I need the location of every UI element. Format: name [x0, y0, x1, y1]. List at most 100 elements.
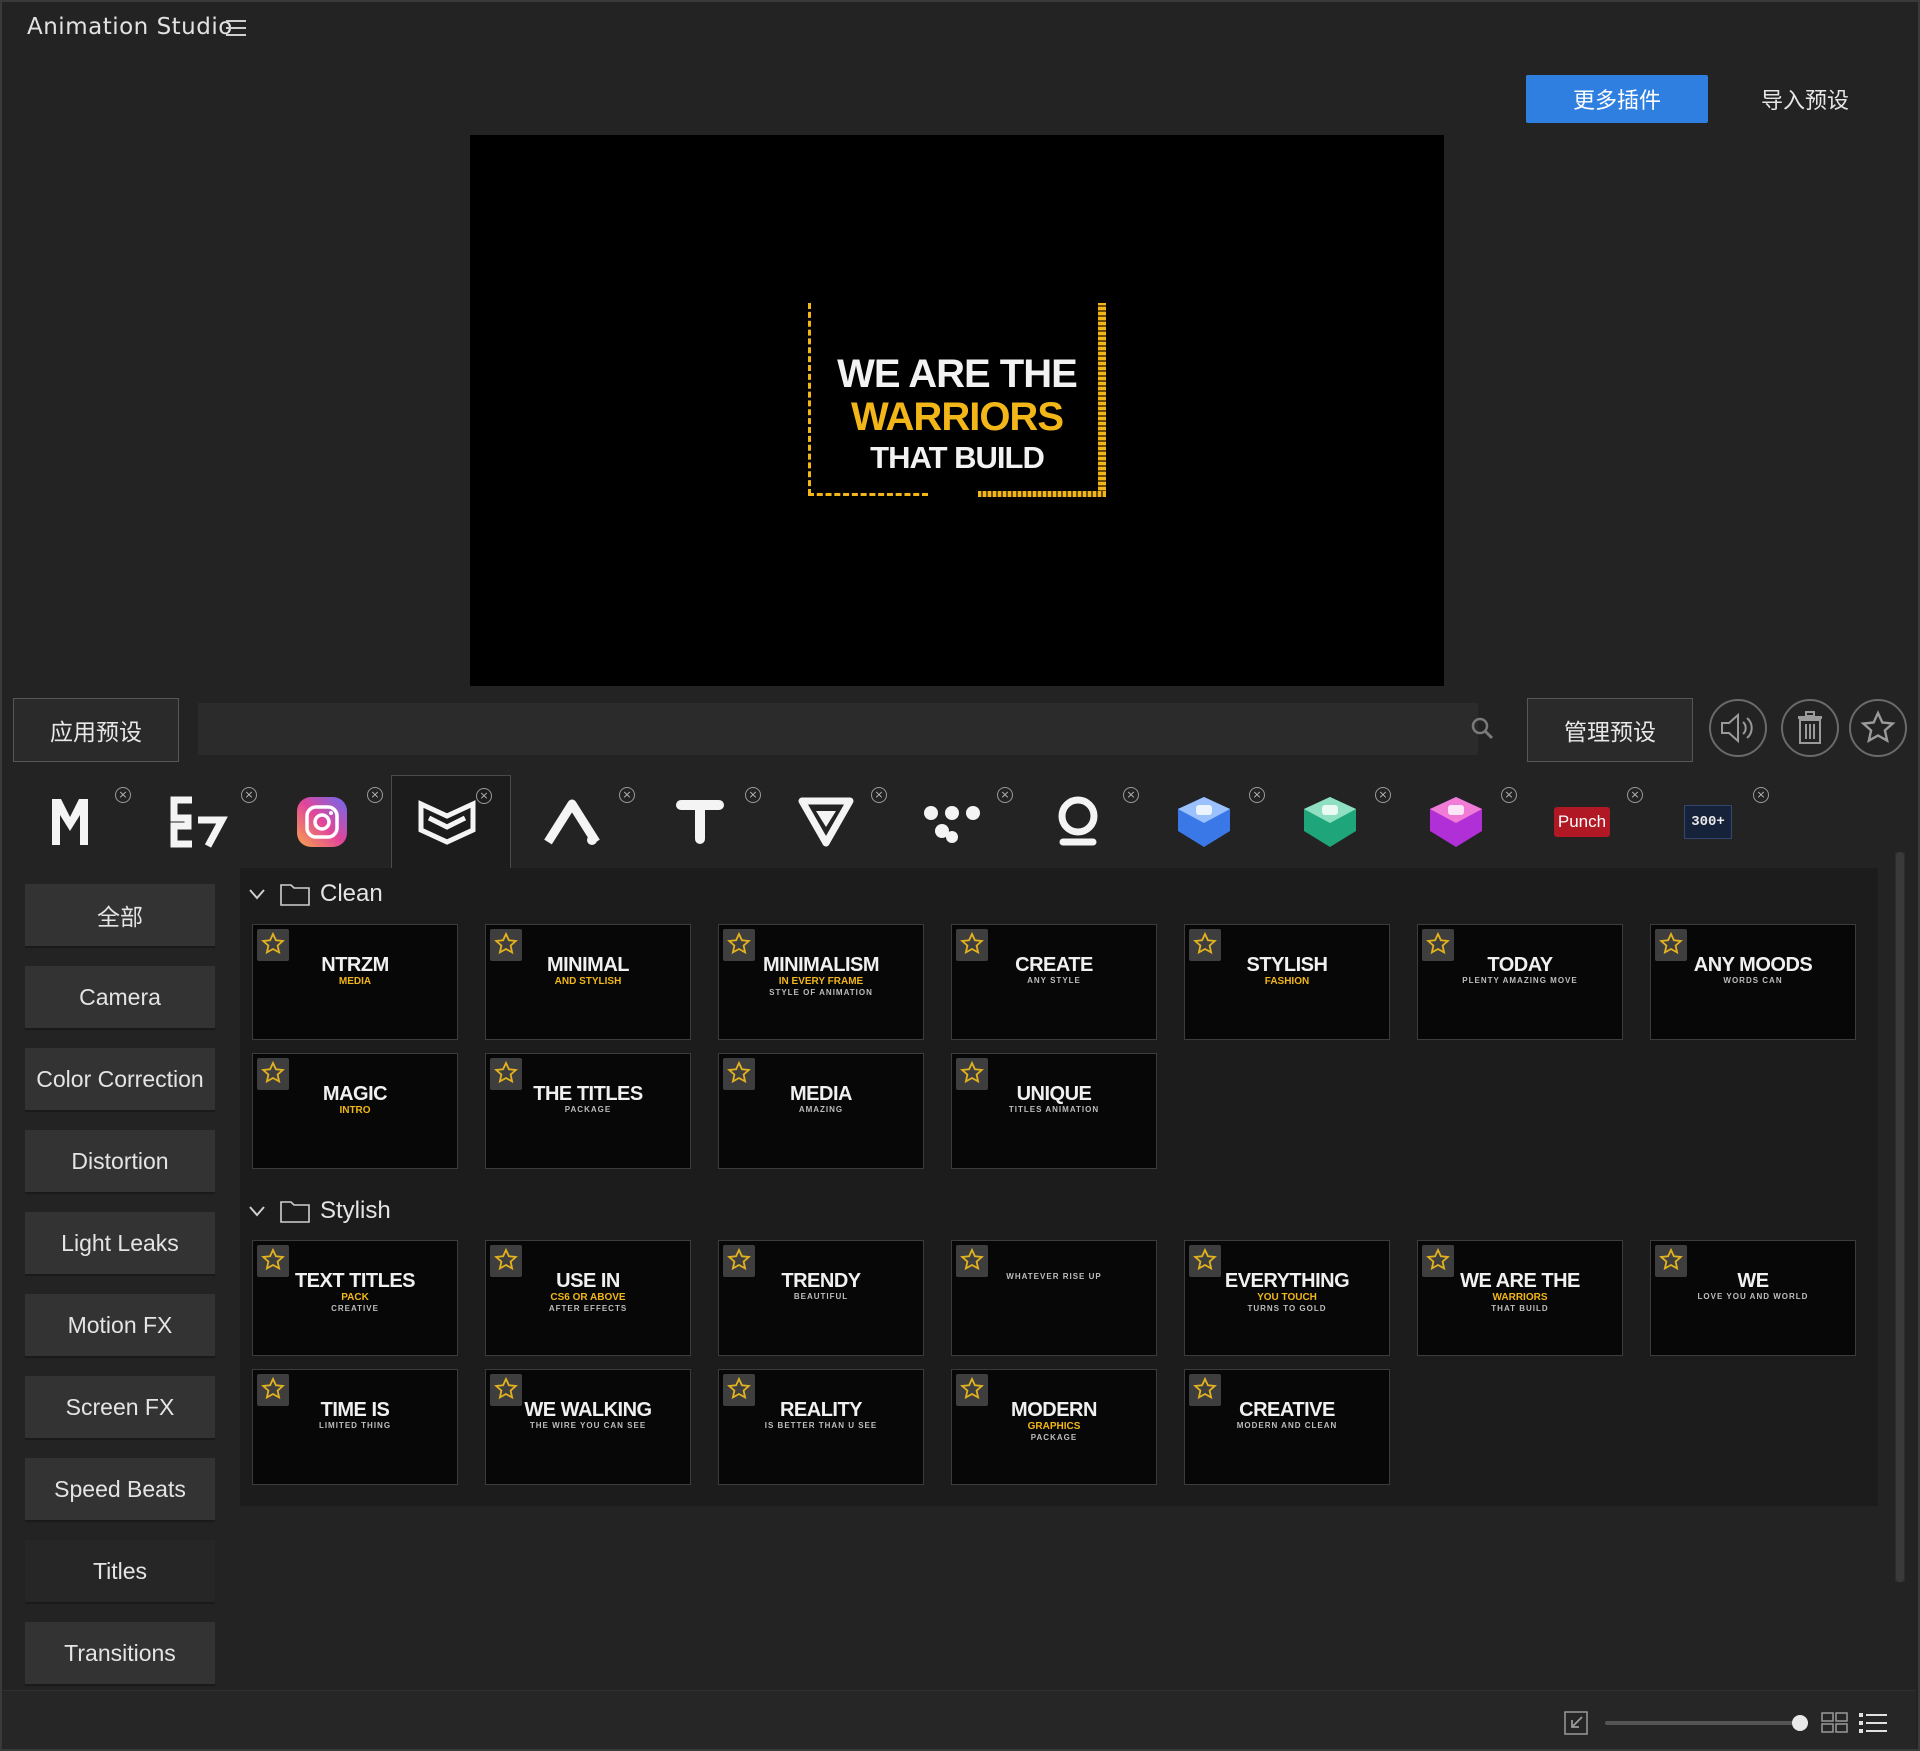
category-all[interactable]: 全部 [25, 884, 215, 946]
category-color-correction[interactable]: Color Correction [25, 1048, 215, 1110]
group-header-stylish[interactable]: Stylish [248, 1193, 391, 1229]
preset-tile[interactable]: MINIMALISM IN EVERY FRAME STYLE OF ANIMATI… [718, 924, 924, 1040]
category-motion-fx[interactable]: Motion FX [25, 1294, 215, 1356]
preset-tile[interactable]: WE ARE THE WARRIORS THAT BUILD [1417, 1240, 1623, 1356]
remove-plugin-icon[interactable]: × [997, 787, 1013, 803]
remove-plugin-icon[interactable]: × [1249, 787, 1265, 803]
folder-icon [280, 884, 310, 906]
hamburger-menu-icon[interactable] [226, 20, 246, 37]
plugin-tab-1[interactable]: × [23, 775, 143, 875]
remove-plugin-icon[interactable]: × [745, 787, 761, 803]
plugin-tab-4[interactable]: × [391, 775, 511, 875]
preset-tile[interactable]: ANY MOODS WORDS CAN [1650, 924, 1856, 1040]
thumb-caption: CREATIVE [331, 1304, 379, 1313]
remove-plugin-icon[interactable]: × [1753, 787, 1769, 803]
category-screen-fx[interactable]: Screen FX [25, 1376, 215, 1438]
plugin-tab-9[interactable]: × [1031, 775, 1151, 875]
collapse-icon[interactable] [1564, 1711, 1588, 1735]
preview-line-1: WE ARE THE [837, 352, 1078, 396]
remove-plugin-icon[interactable]: × [241, 787, 257, 803]
preset-tile[interactable]: TRENDY BEAUTIFUL [718, 1240, 924, 1356]
thumb-subtitle: WARRIORS [1492, 1292, 1548, 1303]
plugin-tab-14[interactable]: 300+ × [1661, 775, 1781, 875]
preset-thumbnail: TRENDY BEAUTIFUL [719, 1271, 923, 1301]
remove-plugin-icon[interactable]: × [1501, 787, 1517, 803]
plugin-tab-7[interactable]: × [779, 775, 899, 875]
preview-bracket-bottom-right [978, 491, 1106, 497]
preset-tile[interactable]: MODERN GRAPHICS PACKAGE [951, 1369, 1157, 1485]
import-preset-button[interactable]: 导入预设 [1735, 75, 1875, 123]
preset-tile[interactable]: CREATIVE MODERN AND CLEAN [1184, 1369, 1390, 1485]
preset-tile[interactable]: REALITY IS BETTER THAN U SEE [718, 1369, 924, 1485]
plugin-tab-12[interactable]: × [1409, 775, 1529, 875]
thumb-subtitle: INTRO [339, 1105, 371, 1116]
remove-plugin-icon[interactable]: × [476, 788, 492, 804]
remove-plugin-icon[interactable]: × [1375, 787, 1391, 803]
plugin-tab-2[interactable]: × [149, 775, 269, 875]
remove-plugin-icon[interactable]: × [871, 787, 887, 803]
category-titles[interactable]: Titles [25, 1540, 215, 1602]
apply-preset-button[interactable]: 应用预设 [13, 698, 179, 762]
search-input[interactable] [198, 703, 1478, 755]
group-header-clean[interactable]: Clean [248, 876, 383, 912]
preset-tile[interactable]: WE LOVE YOU AND WORLD [1650, 1240, 1856, 1356]
plugin-tab-10[interactable]: × [1157, 775, 1277, 875]
list-view-icon[interactable] [1858, 1711, 1888, 1735]
plugin-tab-8[interactable]: × [905, 775, 1025, 875]
preset-tile[interactable]: MEDIA AMAZING [718, 1053, 924, 1169]
thumbnail-size-slider-handle[interactable] [1792, 1715, 1808, 1731]
remove-plugin-icon[interactable]: × [619, 787, 635, 803]
thumb-title: MINIMALISM [762, 954, 880, 976]
star-icon [1860, 710, 1896, 743]
preset-thumbnail: MODERN GRAPHICS PACKAGE [952, 1400, 1156, 1442]
preset-tile[interactable]: MINIMAL AND STYLISH [485, 924, 691, 1040]
preset-tile[interactable]: EVERYTHING YOU TOUCH TURNS TO GOLD [1184, 1240, 1390, 1356]
thumb-caption: PACKAGE [1030, 1433, 1078, 1442]
preset-thumbnail: MEDIA AMAZING [719, 1084, 923, 1114]
preset-tile[interactable]: STYLISH FASHION [1184, 924, 1390, 1040]
thumb-title: CREATE [1015, 954, 1093, 976]
preset-tile[interactable]: CREATE ANY STYLE [951, 924, 1157, 1040]
300-logo-icon: 300+ [1673, 787, 1743, 857]
remove-plugin-icon[interactable]: × [367, 787, 383, 803]
punch-logo-icon: Punch [1547, 787, 1617, 857]
preset-tile[interactable]: NTRZM MEDIA [252, 924, 458, 1040]
category-speed-beats[interactable]: Speed Beats [25, 1458, 215, 1520]
plugin-tab-11[interactable]: × [1283, 775, 1403, 875]
category-distortion[interactable]: Distortion [25, 1130, 215, 1192]
remove-plugin-icon[interactable]: × [1123, 787, 1139, 803]
plugin-tab-6[interactable]: × [653, 775, 773, 875]
plugin-tab-13[interactable]: Punch × [1535, 775, 1655, 875]
favorite-button[interactable] [1849, 699, 1907, 757]
plugin-tab-5[interactable]: × [527, 775, 647, 875]
preset-tile[interactable]: THE TITLES PACKAGE [485, 1053, 691, 1169]
sound-button[interactable] [1709, 699, 1767, 757]
preset-thumbnail: WE ARE THE WARRIORS THAT BUILD [1418, 1271, 1622, 1313]
more-plugins-button[interactable]: 更多插件 [1526, 75, 1708, 123]
preset-tile[interactable]: WHATEVER RISE UP [951, 1240, 1157, 1356]
thumb-caption: TURNS TO GOLD [1247, 1304, 1327, 1313]
preset-tile[interactable]: TODAY PLENTY AMAZING MOVE [1417, 924, 1623, 1040]
delete-button[interactable] [1781, 699, 1839, 757]
category-light-leaks[interactable]: Light Leaks [25, 1212, 215, 1274]
remove-plugin-icon[interactable]: × [115, 787, 131, 803]
preset-tile[interactable]: USE IN CS6 OR ABOVE AFTER EFFECTS [485, 1240, 691, 1356]
preset-tile[interactable]: TIME IS LIMITED THING [252, 1369, 458, 1485]
thumb-subtitle: PACK [341, 1292, 369, 1303]
group-label: Stylish [320, 1197, 391, 1224]
search-icon[interactable] [1470, 716, 1494, 740]
preset-tile[interactable]: MAGIC INTRO [252, 1053, 458, 1169]
grid-view-icon[interactable] [1821, 1712, 1849, 1734]
thumbnail-size-slider[interactable] [1605, 1721, 1805, 1725]
remove-plugin-icon[interactable]: × [1627, 787, 1643, 803]
preset-tile[interactable]: UNIQUE TITLES ANIMATION [951, 1053, 1157, 1169]
preset-grid-panel: Clean NTRZM MEDIA MINIMAL AND STYLISH MINIMA… [240, 868, 1878, 1506]
preset-tile[interactable]: WE WALKING THE WIRE YOU CAN SEE [485, 1369, 691, 1485]
category-transitions[interactable]: Transitions [25, 1622, 215, 1684]
preset-tile[interactable]: TEXT TITLES PACK CREATIVE [252, 1240, 458, 1356]
vertical-scrollbar-thumb[interactable] [1896, 852, 1904, 1582]
manage-preset-button[interactable]: 管理预设 [1527, 698, 1693, 762]
plugin-tab-3[interactable]: × [275, 775, 395, 875]
preset-thumbnail: USE IN CS6 OR ABOVE AFTER EFFECTS [486, 1271, 690, 1313]
category-camera[interactable]: Camera [25, 966, 215, 1028]
